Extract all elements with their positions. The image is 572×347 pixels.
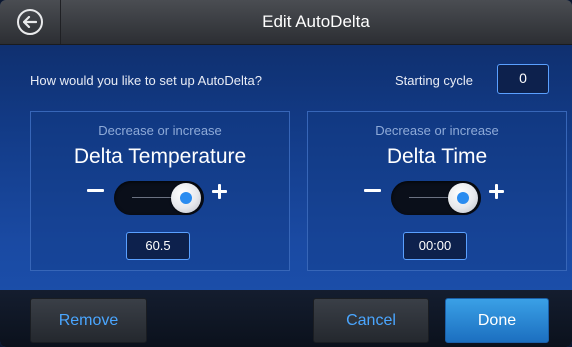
slider-thumb[interactable]	[171, 183, 201, 213]
delta-temperature-toggle[interactable]	[114, 181, 204, 215]
starting-cycle-label: Starting cycle	[395, 73, 474, 88]
cancel-button[interactable]: Cancel	[313, 298, 429, 343]
minus-icon[interactable]	[87, 189, 104, 192]
starting-cycle-input[interactable]: 0	[497, 64, 549, 94]
delta-temperature-value[interactable]: 60.5	[126, 232, 190, 260]
plus-icon[interactable]	[489, 184, 504, 199]
done-button[interactable]: Done	[445, 298, 549, 343]
minus-icon[interactable]	[364, 189, 381, 192]
delta-temperature-panel: Decrease or increase Delta Temperature 6…	[30, 111, 290, 271]
slider-track	[409, 197, 451, 198]
panel-title: Delta Temperature	[73, 145, 247, 168]
panel-subtitle: Decrease or increase	[375, 123, 499, 138]
plus-icon[interactable]	[212, 184, 227, 199]
back-arrow-icon	[17, 9, 43, 35]
page-title: Edit AutoDelta	[262, 12, 370, 31]
slider-thumb[interactable]	[448, 183, 478, 213]
slider-indicator-dot	[180, 192, 192, 204]
setup-prompt: How would you like to set up AutoDelta?	[30, 73, 262, 88]
slider-track	[132, 197, 174, 198]
panel-title: Delta Time	[386, 145, 488, 168]
edit-autodelta-screen: Edit AutoDelta How would you like to set…	[0, 0, 572, 347]
slider-indicator-dot	[457, 192, 469, 204]
delta-time-toggle[interactable]	[391, 181, 481, 215]
delta-time-value[interactable]: 00:00	[403, 232, 467, 260]
delta-time-panel: Decrease or increase Delta Time 00:00	[307, 111, 567, 271]
panel-subtitle: Decrease or increase	[98, 123, 222, 138]
remove-button[interactable]: Remove	[30, 298, 147, 343]
header-bar: Edit AutoDelta	[0, 0, 572, 45]
back-button[interactable]	[0, 0, 61, 44]
